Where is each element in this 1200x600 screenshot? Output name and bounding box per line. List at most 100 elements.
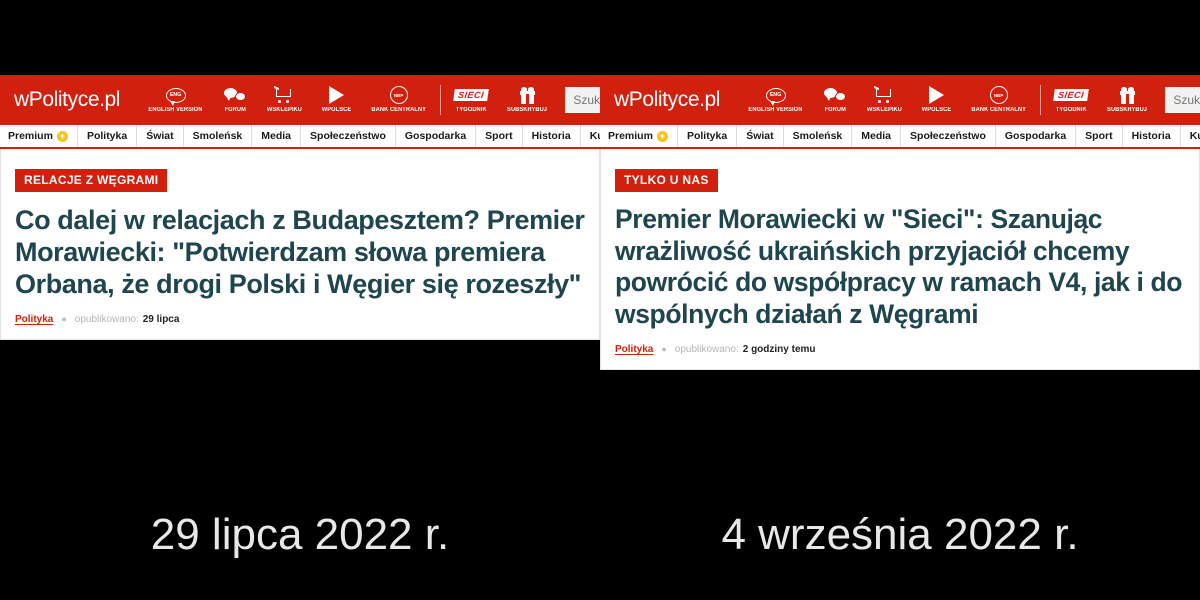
article-tag-badge: RELACJE Z WĘGRAMI — [15, 169, 168, 192]
screenshot-panel-left: wPolityce.pl ENG ENGLISH VERSION FORUM W… — [0, 75, 600, 341]
nav-item-kultura[interactable]: Kultura — [581, 125, 600, 147]
nav-item-premium[interactable]: Premium + — [600, 125, 678, 147]
byline-timestamp: 2 godziny temu — [742, 344, 816, 356]
gift-box-icon — [1119, 85, 1135, 105]
nav-item-polityka[interactable]: Polityka — [78, 125, 138, 147]
nav-item-sport[interactable]: Sport — [1076, 125, 1123, 147]
sieci-logo-icon: SIECI — [453, 85, 490, 105]
article-headline[interactable]: Premier Morawiecki w "Sieci": Szanując w… — [615, 204, 1185, 330]
nbp-circle-icon: NBP — [989, 85, 1008, 105]
header-item-forum[interactable]: FORUM — [213, 85, 257, 113]
header-item-label: TYGODNIK — [1055, 107, 1087, 113]
byline-category-link[interactable]: Polityka — [615, 344, 653, 355]
header-item-label: WPOLSCE — [921, 107, 952, 113]
header-divider — [440, 85, 442, 115]
header-item-label: BANK CENTRALNY — [971, 107, 1026, 113]
header-item-wsklepiku[interactable]: WSKLEPIKU — [857, 85, 912, 113]
nav-item-polityka[interactable]: Polityka — [678, 125, 738, 147]
header-item-label: TYGODNIK — [455, 107, 487, 113]
header-item-wpolsce[interactable]: WPOLSCE — [912, 85, 961, 113]
article-headline[interactable]: Co dalej w relacjach z Budapesztem? Prem… — [15, 204, 585, 300]
nav-item-smolensk[interactable]: Smoleńsk — [784, 125, 853, 147]
nav-item-sport[interactable]: Sport — [476, 125, 523, 147]
nav-item-gospodarka[interactable]: Gospodarka — [396, 125, 477, 147]
chat-bubbles-icon — [223, 85, 246, 105]
nav-item-swiat[interactable]: Świat — [137, 125, 184, 147]
nav-item-premium[interactable]: Premium + — [0, 125, 78, 147]
header-item-label: FORUM — [824, 107, 846, 113]
header-item-tygodnik[interactable]: SIECI TYGODNIK — [445, 85, 497, 113]
caption-left: 29 lipca 2022 r. — [150, 510, 450, 559]
header-divider — [1040, 85, 1042, 115]
nav-item-label: Premium — [608, 130, 653, 142]
header-item-english-version[interactable]: ENG ENGLISH VERSION — [738, 85, 813, 113]
shopping-cart-icon — [274, 85, 294, 105]
play-triangle-icon — [328, 85, 344, 105]
premium-plus-badge: + — [56, 130, 68, 142]
header-item-wpolsce[interactable]: WPOLSCE — [312, 85, 361, 113]
article-byline: Polityka ● opublikowano: 2 godziny temu — [615, 344, 1185, 369]
premium-plus-badge: + — [656, 130, 668, 142]
main-nav-right: Premium + Polityka Świat Smoleńsk Media S… — [600, 125, 1200, 149]
header-item-bank-centralny[interactable]: NBP BANK CENTRALNY — [361, 85, 436, 113]
nav-item-spoleczenstwo[interactable]: Społeczeństwo — [301, 125, 396, 147]
nav-item-swiat[interactable]: Świat — [737, 125, 784, 147]
byline-separator: ● — [661, 344, 667, 355]
header-item-label: SUBSKRYBUJ — [1107, 107, 1148, 113]
nav-item-smolensk[interactable]: Smoleńsk — [184, 125, 253, 147]
search-input[interactable] — [573, 93, 600, 107]
nav-item-label: Premium — [8, 130, 53, 142]
header-item-tygodnik[interactable]: SIECI TYGODNIK — [1045, 85, 1097, 113]
nav-item-media[interactable]: Media — [252, 125, 302, 147]
header-item-english-version[interactable]: ENG ENGLISH VERSION — [138, 85, 213, 113]
search-box[interactable] — [565, 87, 600, 113]
header-item-label: WSKLEPIKU — [266, 107, 302, 113]
site-header-right: wPolityce.pl ENG ENGLISH VERSION FORUM W… — [600, 75, 1200, 125]
nav-item-historia[interactable]: Historia — [523, 125, 581, 147]
nav-item-gospodarka[interactable]: Gospodarka — [996, 125, 1077, 147]
article-card-left: RELACJE Z WĘGRAMI Co dalej w relacjach z… — [0, 149, 600, 341]
site-logo[interactable]: wPolityce.pl — [614, 88, 720, 112]
article-card-right: TYLKO U NAS Premier Morawiecki w "Sieci"… — [600, 149, 1200, 371]
header-item-forum[interactable]: FORUM — [813, 85, 857, 113]
shopping-cart-icon — [874, 85, 894, 105]
header-item-label: ENGLISH VERSION — [748, 107, 803, 113]
site-logo[interactable]: wPolityce.pl — [14, 88, 120, 112]
header-icon-bar: ENG ENGLISH VERSION FORUM WSKLEPIKU WPOL… — [138, 85, 557, 115]
nav-item-kultura[interactable]: Kultura — [1181, 125, 1200, 147]
byline-timestamp: 29 lipca — [142, 314, 180, 326]
header-item-wsklepiku[interactable]: WSKLEPIKU — [257, 85, 312, 113]
eng-globe-icon: ENG — [765, 85, 786, 106]
play-triangle-icon — [928, 85, 944, 105]
nav-item-spoleczenstwo[interactable]: Społeczeństwo — [901, 125, 996, 147]
nav-item-historia[interactable]: Historia — [1123, 125, 1181, 147]
header-item-label: WSKLEPIKU — [866, 107, 902, 113]
byline-published-label: opublikowano: — [674, 344, 739, 356]
byline-published-label: opublikowano: — [74, 314, 139, 326]
search-input[interactable] — [1173, 93, 1200, 107]
site-header-left: wPolityce.pl ENG ENGLISH VERSION FORUM W… — [0, 75, 600, 125]
caption-row: 29 lipca 2022 r. 4 września 2022 r. — [0, 470, 1200, 600]
header-item-label: ENGLISH VERSION — [148, 107, 203, 113]
nav-item-media[interactable]: Media — [852, 125, 902, 147]
header-item-bank-centralny[interactable]: NBP BANK CENTRALNY — [961, 85, 1036, 113]
byline-separator: ● — [61, 314, 67, 325]
header-item-label: FORUM — [224, 107, 246, 113]
comparison-image: wPolityce.pl ENG ENGLISH VERSION FORUM W… — [0, 0, 1200, 600]
main-nav-left: Premium + Polityka Świat Smoleńsk Media S… — [0, 125, 600, 149]
nbp-circle-icon: NBP — [389, 85, 408, 105]
caption-right: 4 września 2022 r. — [721, 510, 1079, 559]
header-item-label: WPOLSCE — [321, 107, 352, 113]
header-item-label: BANK CENTRALNY — [371, 107, 426, 113]
article-tag-badge: TYLKO U NAS — [615, 169, 718, 192]
gift-box-icon — [519, 85, 535, 105]
header-icon-bar: ENG ENGLISH VERSION FORUM WSKLEPIKU WPOL… — [738, 85, 1157, 115]
header-item-label: SUBSKRYBUJ — [507, 107, 548, 113]
header-item-subskrybuj[interactable]: SUBSKRYBUJ — [497, 85, 557, 113]
chat-bubbles-icon — [823, 85, 846, 105]
search-box[interactable] — [1165, 87, 1200, 113]
sieci-logo-icon: SIECI — [1053, 85, 1090, 105]
screenshot-panel-right: wPolityce.pl ENG ENGLISH VERSION FORUM W… — [600, 75, 1200, 371]
header-item-subskrybuj[interactable]: SUBSKRYBUJ — [1097, 85, 1157, 113]
byline-category-link[interactable]: Polityka — [15, 314, 53, 325]
